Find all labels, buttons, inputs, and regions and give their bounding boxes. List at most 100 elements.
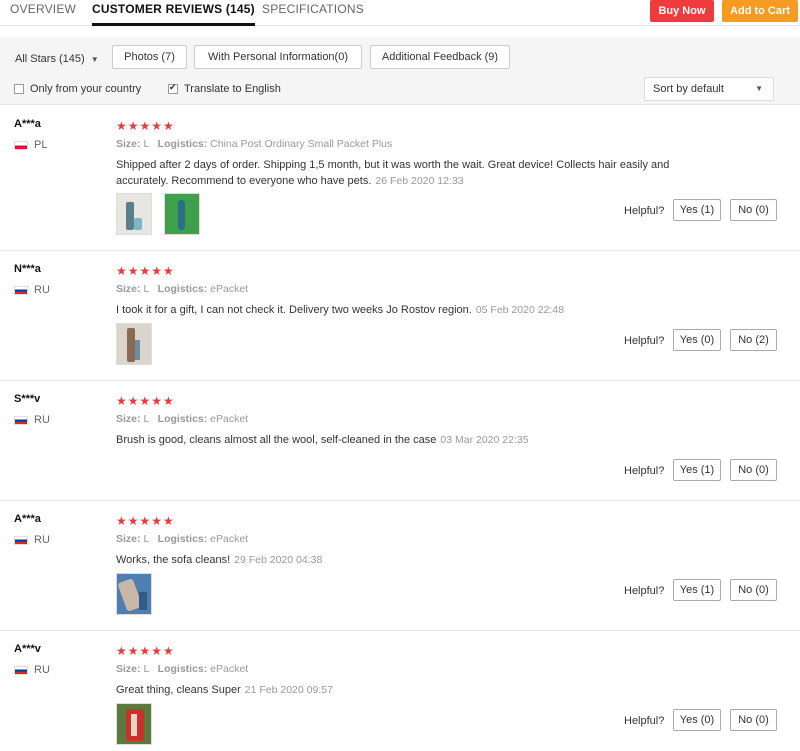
country-code: RU	[34, 664, 50, 676]
reviewer-country: RU	[14, 534, 50, 546]
reviewer-country: RU	[14, 664, 50, 676]
size-label: Size:	[116, 663, 141, 675]
sort-select[interactable]: Sort by default ▼	[644, 77, 774, 101]
reviewer-country: PL	[14, 139, 47, 151]
review-meta: Size: L Logistics: ePacket	[116, 533, 248, 545]
tab-bar: OVERVIEW CUSTOMER REVIEWS (145) SPECIFIC…	[0, 0, 800, 26]
review-photo-thumbnail[interactable]	[116, 323, 152, 365]
tab-overview[interactable]: OVERVIEW	[10, 2, 76, 16]
flag-icon	[14, 285, 28, 295]
helpful-yes-button[interactable]: Yes (0)	[673, 329, 721, 351]
review-item: A***a RU ★★★★★ Size: L Logistics: ePacke…	[0, 501, 800, 631]
star-rating: ★★★★★	[116, 514, 175, 528]
review-meta: Size: L Logistics: ePacket	[116, 283, 248, 295]
size-value: L	[143, 138, 149, 150]
flag-icon	[14, 140, 28, 150]
country-code: RU	[34, 534, 50, 546]
flag-icon	[14, 535, 28, 545]
country-code: RU	[34, 284, 50, 296]
photos-filter-button[interactable]: Photos (7)	[112, 45, 187, 69]
review-photo-thumbnail[interactable]	[116, 703, 152, 745]
size-label: Size:	[116, 283, 141, 295]
review-item: S***v RU ★★★★★ Size: L Logistics: ePacke…	[0, 381, 800, 501]
country-code: RU	[34, 414, 50, 426]
review-photo-thumbnail[interactable]	[116, 573, 152, 615]
review-meta: Size: L Logistics: ePacket	[116, 413, 248, 425]
star-rating: ★★★★★	[116, 394, 175, 408]
personal-info-filter-button[interactable]: With Personal Information(0)	[194, 45, 362, 69]
review-body: Works, the sofa cleans!	[116, 554, 231, 566]
logistics-label: Logistics:	[157, 283, 208, 295]
logistics-value: ePacket	[210, 663, 249, 675]
size-value: L	[143, 533, 149, 545]
all-stars-dropdown[interactable]: All Stars (145) ▼	[15, 53, 99, 65]
review-text: Works, the sofa cleans! 29 Feb 2020 04:38	[116, 552, 676, 568]
reviewer-country: RU	[14, 284, 50, 296]
helpful-no-button[interactable]: No (0)	[730, 579, 777, 601]
helpful-label: Helpful?	[624, 335, 665, 347]
buy-now-button[interactable]: Buy Now	[650, 0, 714, 22]
review-text: Great thing, cleans Super 21 Feb 2020 09:…	[116, 682, 676, 698]
all-stars-label: All Stars (145)	[15, 53, 85, 65]
tab-customer-reviews[interactable]: CUSTOMER REVIEWS (145)	[92, 2, 255, 26]
review-item: N***a RU ★★★★★ Size: L Logistics: ePacke…	[0, 251, 800, 381]
helpful-label: Helpful?	[624, 205, 665, 217]
logistics-label: Logistics:	[157, 533, 208, 545]
helpful-yes-button[interactable]: Yes (1)	[673, 579, 721, 601]
helpful-label: Helpful?	[624, 465, 665, 477]
helpful-label: Helpful?	[624, 585, 665, 597]
flag-icon	[14, 415, 28, 425]
review-date: 03 Mar 2020 22:35	[440, 434, 529, 446]
chevron-down-icon: ▼	[90, 55, 99, 64]
tab-specifications[interactable]: SPECIFICATIONS	[262, 2, 364, 16]
only-country-label: Only from your country	[30, 83, 142, 95]
reviewer-name: A***a	[14, 513, 41, 525]
additional-feedback-filter-button[interactable]: Additional Feedback (9)	[370, 45, 510, 69]
review-date: 26 Feb 2020 12:33	[375, 175, 464, 187]
flag-icon	[14, 665, 28, 675]
helpful-no-button[interactable]: No (0)	[730, 709, 777, 731]
reviewer-name: S***v	[14, 393, 41, 405]
review-meta: Size: L Logistics: China Post Ordinary S…	[116, 138, 392, 150]
helpful-yes-button[interactable]: Yes (1)	[673, 459, 721, 481]
review-date: 21 Feb 2020 09:57	[244, 684, 333, 696]
reviewer-country: RU	[14, 414, 50, 426]
review-body: Brush is good, cleans almost all the woo…	[116, 434, 437, 446]
translate-checkbox[interactable]: Translate to English	[168, 82, 281, 95]
helpful-no-button[interactable]: No (2)	[730, 329, 777, 351]
size-label: Size:	[116, 413, 141, 425]
helpful-yes-button[interactable]: Yes (1)	[673, 199, 721, 221]
review-text: I took it for a gift, I can not check it…	[116, 302, 676, 318]
helpful-yes-button[interactable]: Yes (0)	[673, 709, 721, 731]
helpful-no-button[interactable]: No (0)	[730, 459, 777, 481]
logistics-label: Logistics:	[157, 413, 208, 425]
helpful-label: Helpful?	[624, 715, 665, 727]
add-to-cart-button[interactable]: Add to Cart	[722, 0, 798, 22]
size-value: L	[143, 663, 149, 675]
review-photo-thumbnail[interactable]	[116, 193, 152, 235]
only-country-checkbox[interactable]: Only from your country	[14, 83, 141, 95]
review-item: A***v RU ★★★★★ Size: L Logistics: ePacke…	[0, 631, 800, 751]
star-rating: ★★★★★	[116, 264, 175, 278]
sort-label: Sort by default	[653, 83, 724, 95]
logistics-value: China Post Ordinary Small Packet Plus	[210, 138, 393, 150]
country-code: PL	[34, 139, 48, 151]
review-filters: All Stars (145) ▼ Photos (7) With Persona…	[0, 37, 800, 105]
logistics-value: ePacket	[210, 533, 249, 545]
helpful-no-button[interactable]: No (0)	[730, 199, 777, 221]
reviewer-name: A***a	[14, 118, 41, 130]
review-date: 29 Feb 2020 04:38	[234, 554, 323, 566]
logistics-value: ePacket	[210, 283, 249, 295]
size-label: Size:	[116, 533, 141, 545]
checkbox-icon	[14, 84, 24, 94]
logistics-label: Logistics:	[157, 138, 208, 150]
translate-label: Translate to English	[184, 83, 281, 95]
review-photo-thumbnail[interactable]	[164, 193, 200, 235]
star-rating: ★★★★★	[116, 119, 175, 133]
star-rating: ★★★★★	[116, 644, 175, 658]
review-text: Brush is good, cleans almost all the woo…	[116, 432, 676, 448]
review-meta: Size: L Logistics: ePacket	[116, 663, 248, 675]
size-value: L	[143, 283, 149, 295]
size-value: L	[143, 413, 149, 425]
chevron-down-icon: ▼	[755, 84, 763, 93]
